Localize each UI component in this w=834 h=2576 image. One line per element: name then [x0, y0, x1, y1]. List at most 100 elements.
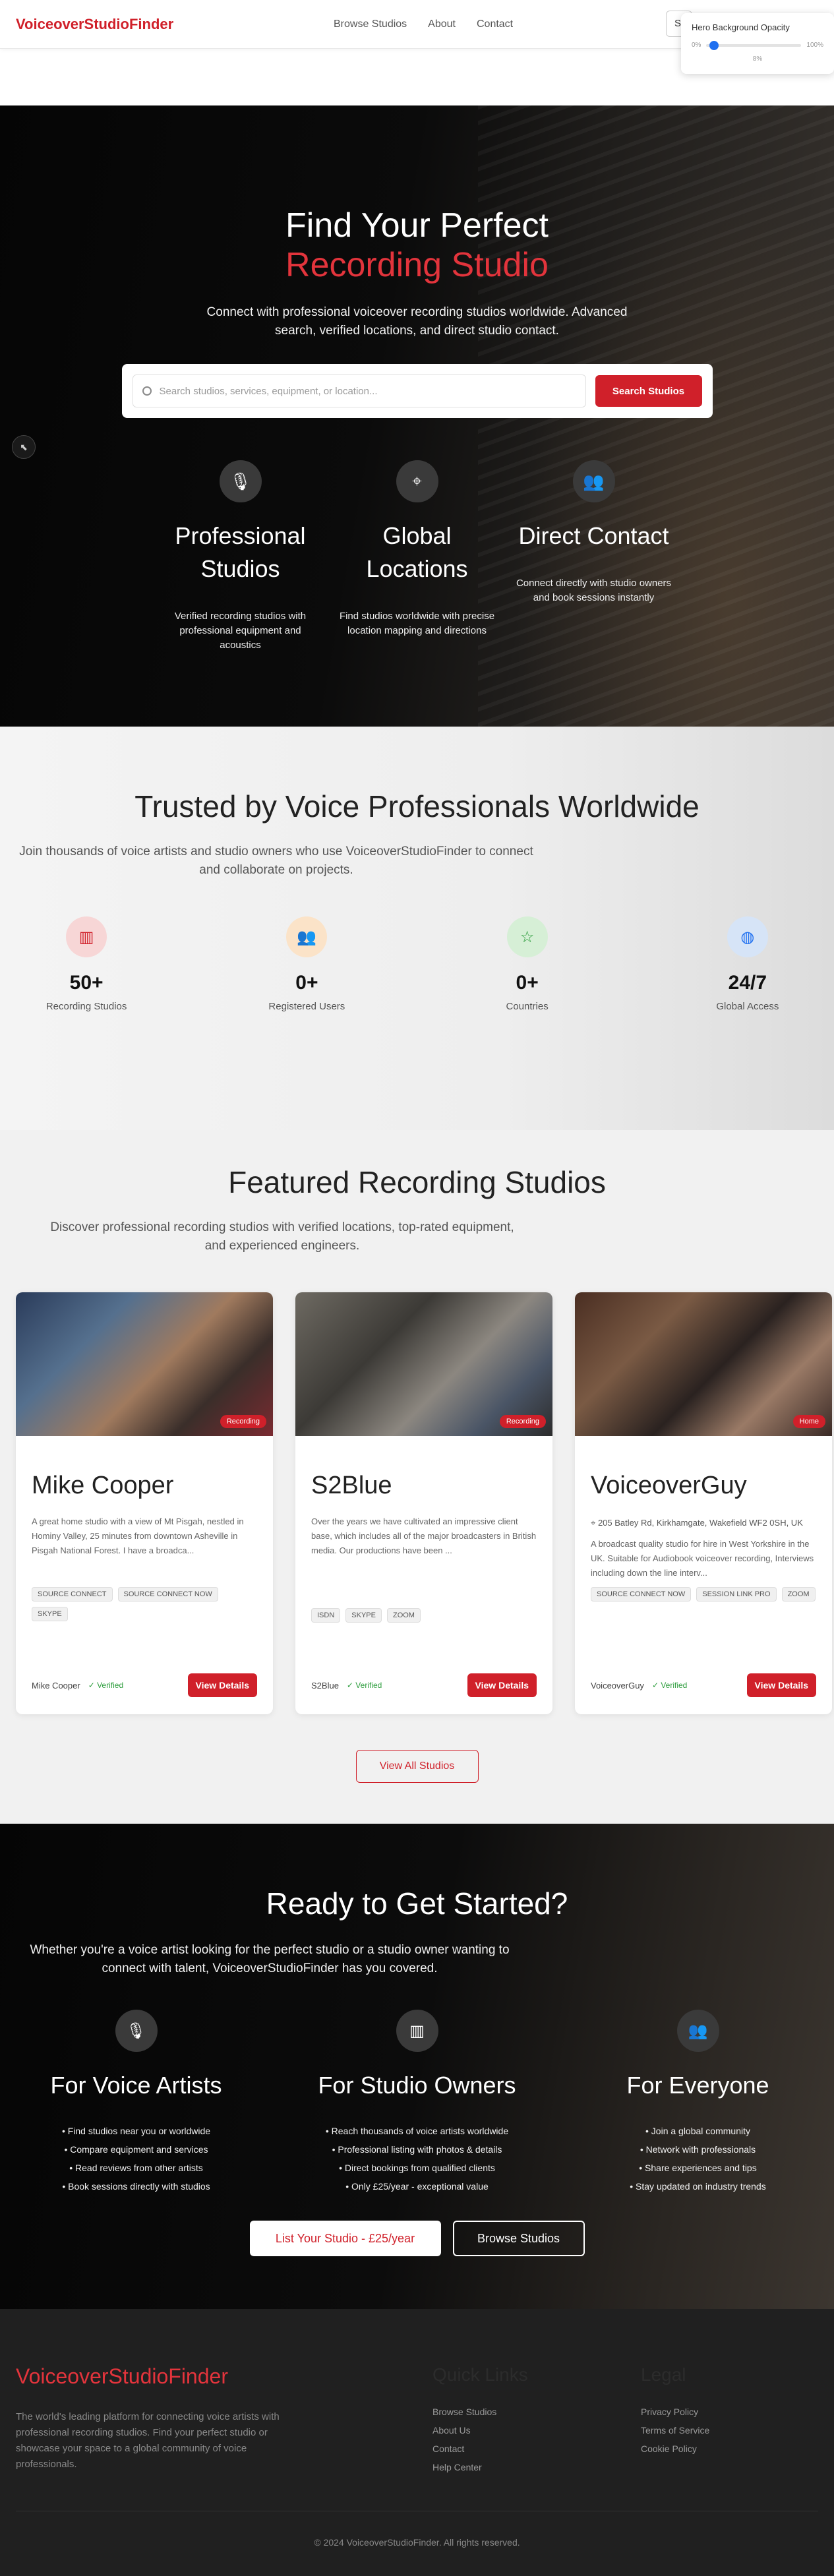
stat-label: Registered Users — [268, 1001, 345, 1012]
stat-users: 👥 0+ Registered Users — [220, 916, 393, 1012]
studio-tag: ZOOM — [781, 1587, 816, 1602]
footer-link-contact[interactable]: Contact — [432, 2440, 528, 2458]
nav-link-contact[interactable]: Contact — [477, 18, 513, 30]
hero-section: Find Your Perfect Recording Studio Conne… — [0, 105, 834, 727]
copyright: © 2024 VoiceoverStudioFinder. All rights… — [314, 2537, 520, 2548]
studio-tag: SOURCE CONNECT — [32, 1587, 113, 1602]
path-title: For Everyone — [626, 2072, 769, 2099]
view-details-button[interactable]: View Details — [467, 1673, 537, 1697]
opacity-slider[interactable] — [706, 40, 802, 50]
studio-name: Mike Cooper — [32, 1472, 174, 1499]
footer-description: The world's leading platform for connect… — [16, 2411, 280, 2470]
trust-title: Trusted by Voice Professionals Worldwide — [134, 789, 700, 824]
star-icon: ☆ — [506, 916, 548, 957]
studio-type-badge: Home — [792, 1415, 825, 1428]
stat-studios: ▥ 50+ Recording Studios — [0, 916, 173, 1012]
verified-badge: ✓ Verified — [346, 1681, 382, 1690]
featured-subtitle: Discover professional recording studios … — [50, 1220, 514, 1253]
slider-max-label: 100% — [806, 42, 823, 49]
hero-opacity-panel: Hero Background Opacity 0% 100% 8% — [681, 13, 834, 74]
nav-link-about[interactable]: About — [428, 18, 456, 30]
search-icon — [142, 386, 152, 396]
path-list: • Find studios near you or worldwide • C… — [15, 2122, 258, 2196]
featured-section: Featured Recording Studios Discover prof… — [0, 1130, 834, 1824]
feature-title: Direct Contact — [518, 522, 669, 549]
view-details-button[interactable]: View Details — [746, 1673, 816, 1697]
nav-links: Browse Studios About Contact — [334, 0, 513, 49]
footer-link-privacy[interactable]: Privacy Policy — [641, 2403, 709, 2421]
users-icon: 👥 — [676, 2010, 719, 2052]
users-icon: 👥 — [286, 916, 328, 957]
stat-countries: ☆ 0+ Countries — [441, 916, 614, 1012]
hero-search-box: Search studios, services, equipment, or … — [121, 364, 713, 418]
stat-value: 0+ — [295, 972, 318, 994]
footer-link-terms[interactable]: Terms of Service — [641, 2421, 709, 2440]
path-item: • Reach thousands of voice artists world… — [325, 2126, 509, 2136]
feature-professional-studios: 🎙 Professional Studios Verified recordin… — [162, 460, 320, 653]
studio-card-s2blue[interactable]: Recording S2Blue Over the years we have … — [295, 1292, 552, 1714]
hero-title-line2: Recording Studio — [285, 246, 549, 284]
footer-link-browse-studios[interactable]: Browse Studios — [432, 2403, 528, 2421]
feature-direct-contact: 👥 Direct Contact Connect directly with s… — [515, 460, 673, 653]
footer-column-title: Legal — [641, 2364, 686, 2385]
footer-link-list: Privacy Policy Terms of Service Cookie P… — [641, 2403, 709, 2458]
studio-card-footer: Mike Cooper ✓ Verified View Details — [32, 1673, 257, 1697]
browse-studios-button[interactable]: Browse Studios — [452, 2221, 585, 2256]
feature-global-locations: ⌖ Global Locations Find studios worldwid… — [338, 460, 496, 653]
studio-photo: Recording — [295, 1292, 552, 1436]
studio-location: ⌖ 205 Batley Rd, Kirkhamgate, Wakefield … — [591, 1517, 816, 1529]
site-logo[interactable]: VoiceoverStudioFinder — [16, 16, 173, 33]
trust-subtitle: Join thousands of voice artists and stud… — [19, 845, 533, 877]
studio-name: S2Blue — [311, 1472, 392, 1499]
path-list: • Reach thousands of voice artists world… — [295, 2122, 539, 2196]
studio-tag: ISDN — [311, 1608, 341, 1623]
site-footer: VoiceoverStudioFinder The world's leadin… — [0, 2309, 834, 2576]
path-voice-artists: 🎙 For Voice Artists • Find studios near … — [15, 2010, 258, 2196]
cursor-icon[interactable]: ⬉ — [12, 435, 36, 459]
nav-link-browse-studios[interactable]: Browse Studios — [334, 18, 407, 30]
studio-card-mike-cooper[interactable]: Recording Mike Cooper A great home studi… — [16, 1292, 273, 1714]
microphone-icon: 🎙 — [219, 460, 262, 502]
path-item: • Book sessions directly with studios — [62, 2181, 210, 2192]
verified-badge: ✓ Verified — [88, 1681, 124, 1690]
featured-title: Featured Recording Studios — [228, 1165, 606, 1199]
top-nav: VoiceoverStudioFinder Browse Studios Abo… — [0, 0, 834, 74]
studio-type-badge: Recording — [499, 1415, 546, 1428]
footer-link-help-center[interactable]: Help Center — [432, 2458, 528, 2476]
studio-tags: SOURCE CONNECT SOURCE CONNECT NOW SKYPE — [32, 1587, 257, 1621]
path-item: • Network with professionals — [640, 2144, 756, 2155]
stat-value: 0+ — [516, 972, 539, 994]
opacity-slider-thumb[interactable] — [709, 40, 719, 50]
studio-tag: SKYPE — [345, 1608, 382, 1623]
hero-subtitle: Connect with professional voiceover reco… — [206, 305, 628, 338]
studio-tag: ZOOM — [386, 1608, 421, 1623]
list-your-studio-button[interactable]: List Your Studio - £25/year — [249, 2221, 441, 2256]
building-icon: ▥ — [396, 2010, 438, 2052]
path-item: • Professional listing with photos & det… — [332, 2144, 502, 2155]
path-everyone: 👥 For Everyone • Join a global community… — [576, 2010, 820, 2196]
view-details-button[interactable]: View Details — [187, 1673, 257, 1697]
footer-logo[interactable]: VoiceoverStudioFinder — [16, 2364, 228, 2389]
verified-badge: ✓ Verified — [651, 1681, 688, 1690]
studio-card-voiceoverguy[interactable]: Home VoiceoverGuy ⌖ 205 Batley Rd, Kirkh… — [575, 1292, 832, 1714]
feature-title: Global Locations — [366, 522, 468, 582]
path-item: • Join a global community — [645, 2126, 750, 2136]
path-title: For Studio Owners — [318, 2072, 516, 2099]
opacity-slider-row: 0% 100% — [692, 40, 823, 50]
opacity-panel-title: Hero Background Opacity — [692, 22, 790, 32]
path-item: • Direct bookings from qualified clients — [339, 2163, 495, 2173]
studio-description: A great home studio with a view of Mt Pi… — [32, 1516, 244, 1555]
studio-card-footer: S2Blue ✓ Verified View Details — [311, 1673, 537, 1697]
search-studios-button[interactable]: Search Studios — [595, 375, 702, 407]
studio-tag: SESSION LINK PRO — [696, 1587, 777, 1602]
footer-link-list: Browse Studios About Us Contact Help Cen… — [432, 2403, 528, 2476]
stat-label: Global Access — [716, 1001, 779, 1012]
stats-row: ▥ 50+ Recording Studios 👥 0+ Registered … — [0, 916, 834, 1012]
footer-link-cookies[interactable]: Cookie Policy — [641, 2440, 709, 2458]
search-input[interactable]: Search studios, services, equipment, or … — [132, 374, 586, 407]
path-item: • Read reviews from other artists — [69, 2163, 203, 2173]
footer-legal: Legal Privacy Policy Terms of Service Co… — [641, 2364, 709, 2458]
studio-cards: Recording Mike Cooper A great home studi… — [16, 1292, 834, 1714]
view-all-studios-button[interactable]: View All Studios — [355, 1750, 479, 1783]
footer-link-about-us[interactable]: About Us — [432, 2421, 528, 2440]
